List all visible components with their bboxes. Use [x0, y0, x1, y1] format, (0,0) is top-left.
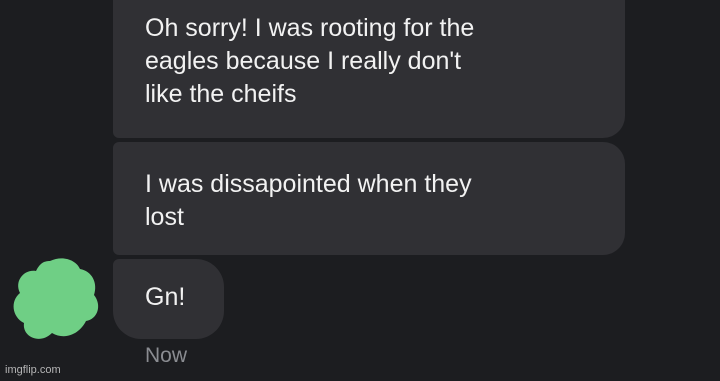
- avatar-scribble-icon: [13, 258, 99, 339]
- message-bubble[interactable]: I was dissapointed when they lost: [113, 142, 625, 255]
- message-bubble[interactable]: Oh sorry! I was rooting for the eagles b…: [113, 0, 625, 138]
- message-bubble[interactable]: Gn!: [113, 259, 224, 339]
- message-timestamp: Now: [145, 344, 188, 367]
- avatar[interactable]: [8, 255, 106, 347]
- watermark: imgflip.com: [5, 364, 61, 376]
